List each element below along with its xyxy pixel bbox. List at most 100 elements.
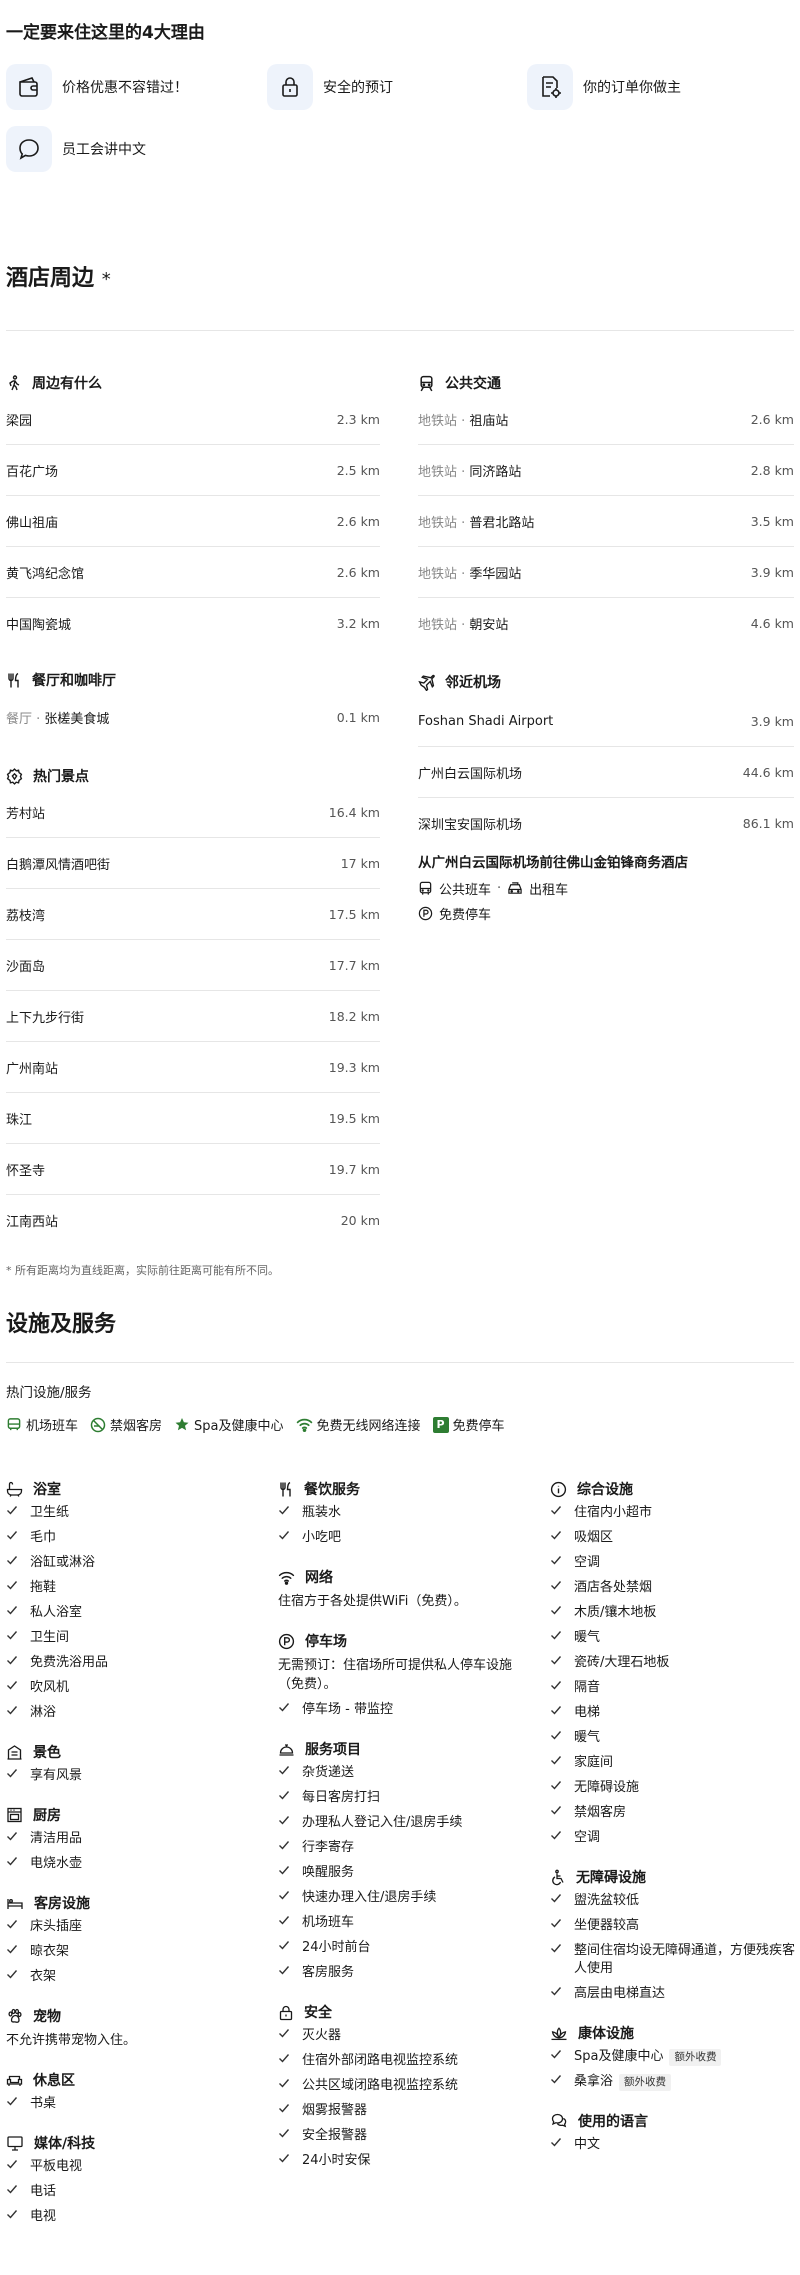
parking-description: 无需预订：住宿场所可提供私人停车设施（免费）。 bbox=[278, 1658, 513, 1692]
transfer-options: 公共班车 · 出租车 bbox=[418, 879, 688, 898]
parking-icon: P bbox=[432, 1416, 449, 1433]
facility-label: 空调 bbox=[574, 1555, 601, 1570]
facilities-column-2: 餐饮服务 瓶装水 小吃吧 网络 住宿方于各处提供WiFi（免费）。 停车场 无需预… bbox=[278, 1477, 528, 2188]
facility-group-safety: 安全 灭火器 住宿外部闭路电视监控系统 公共区域闭路电视监控系统 烟雾报警器 安全报警器… bbox=[278, 2000, 528, 2170]
facility-label: 酒店各处禁烟 bbox=[574, 1580, 653, 1595]
checkmark-icon bbox=[278, 1964, 302, 1982]
place-name: 梁园 bbox=[6, 410, 32, 429]
checkmark-icon bbox=[550, 2048, 574, 2066]
facility-item: 瓶装水 bbox=[278, 1504, 528, 1522]
checkmark-icon bbox=[6, 1529, 30, 1547]
place-label: 同济路站 bbox=[469, 464, 522, 480]
facility-heading: 餐饮服务 bbox=[278, 1477, 528, 1501]
facility-label: 电话 bbox=[30, 2184, 57, 2199]
facility-item: 拖鞋 bbox=[6, 1579, 256, 1597]
plane-icon bbox=[418, 674, 435, 691]
facilities-title: 设施及服务 bbox=[6, 1312, 117, 1337]
facility-heading: 安全 bbox=[278, 2000, 528, 2024]
wallet-icon bbox=[6, 64, 52, 110]
nearby-row: 地铁站 · 同济路站 2.8 km bbox=[418, 445, 794, 496]
facility-label: 书桌 bbox=[30, 2096, 57, 2111]
facility-heading: 客房设施 bbox=[6, 1891, 256, 1915]
facility-label: 坐便器较高 bbox=[574, 1918, 640, 1933]
facility-group-dining: 餐饮服务 瓶装水 小吃吧 bbox=[278, 1477, 528, 1547]
place-label: 荔枝湾 bbox=[6, 908, 46, 924]
checkmark-icon bbox=[6, 2183, 30, 2201]
facility-label: 整间住宿均设无障碍通道，方便残疾客人使用 bbox=[574, 1943, 796, 1976]
facility-label: 卫生纸 bbox=[30, 1505, 70, 1520]
facility-label: 每日客房打扫 bbox=[302, 1790, 381, 1805]
checkmark-icon bbox=[550, 1804, 574, 1822]
checkmark-icon bbox=[278, 2152, 302, 2170]
fork-knife-icon bbox=[8, 672, 19, 687]
place-label: 白鹅潭风情酒吧街 bbox=[6, 857, 111, 873]
facility-item: 酒店各处禁烟 bbox=[550, 1579, 795, 1597]
place-name: 沙面岛 bbox=[6, 956, 45, 975]
facility-item: 卫生间 bbox=[6, 1629, 256, 1647]
facility-heading: 服务项目 bbox=[278, 1737, 528, 1761]
facility-label: 无障碍设施 bbox=[574, 1780, 640, 1795]
facility-label: 空调 bbox=[574, 1830, 601, 1845]
place-name: 怀圣寺 bbox=[6, 1160, 45, 1179]
place-label: 百花广场 bbox=[6, 464, 59, 480]
facility-group-media: 媒体/科技 平板电视 电话 电视 bbox=[6, 2131, 256, 2226]
facility-item: 电梯 bbox=[550, 1704, 795, 1722]
facility-group-internet: 网络 住宿方于各处提供WiFi（免费）。 bbox=[278, 1565, 528, 1611]
shuttle-icon bbox=[7, 1418, 21, 1431]
checkmark-icon bbox=[278, 1914, 302, 1932]
checkmark-icon bbox=[278, 1789, 302, 1807]
facility-item: 吹风机 bbox=[6, 1679, 256, 1697]
facility-item: 机场班车 bbox=[278, 1914, 528, 1932]
distance: 17.5 km bbox=[328, 906, 380, 922]
checkmark-icon bbox=[6, 1679, 30, 1697]
facility-item: 隔音 bbox=[550, 1679, 795, 1697]
nearby-row: 地铁站 · 季华园站 3.9 km bbox=[418, 547, 794, 598]
distance: 4.6 km bbox=[750, 616, 794, 631]
facility-item: 中文 bbox=[550, 2136, 795, 2154]
place-type: 地铁站 · bbox=[418, 515, 470, 531]
facility-item: 杂货递送 bbox=[278, 1764, 528, 1782]
place-label: 张槎美食城 bbox=[44, 712, 110, 727]
facility-label: 住宿外部闭路电视监控系统 bbox=[302, 2053, 459, 2068]
facility-heading: 厨房 bbox=[6, 1803, 256, 1827]
facility-item: 灭火器 bbox=[278, 2027, 528, 2045]
nearby-row: 白鹅潭风情酒吧街 17 km bbox=[6, 838, 380, 889]
facility-item: 每日客房打扫 bbox=[278, 1789, 528, 1807]
checkmark-icon bbox=[278, 2077, 302, 2095]
distance: 3.9 km bbox=[750, 564, 794, 580]
concierge-bell-icon bbox=[279, 1744, 294, 1756]
nearby-row: 黄飞鸿纪念馆 2.6 km bbox=[6, 547, 380, 598]
distance: 2.8 km bbox=[750, 462, 794, 478]
place-name: Foshan Shadi Airport bbox=[418, 714, 553, 729]
checkmark-icon bbox=[278, 1864, 302, 1882]
monitor-icon bbox=[7, 2136, 23, 2151]
building-view-icon bbox=[7, 1745, 22, 1760]
checkmark-icon bbox=[6, 1943, 30, 1961]
place-name: 深圳宝安国际机场 bbox=[418, 814, 522, 833]
facility-item: 公共区域闭路电视监控系统 bbox=[278, 2077, 528, 2095]
wheelchair-icon bbox=[552, 1869, 564, 1885]
distance: 16.4 km bbox=[328, 804, 380, 820]
reason-manage: 你的订单你做主 bbox=[527, 64, 681, 110]
place-name: 地铁站 · 祖庙站 bbox=[418, 410, 508, 429]
checkmark-icon bbox=[278, 1939, 302, 1957]
facility-label: 禁烟客房 bbox=[574, 1805, 627, 1820]
facility-item: Spa及健康中心 额外收费 bbox=[550, 2048, 795, 2066]
facility-label: 晾衣架 bbox=[30, 1944, 70, 1959]
facility-item: 暖气 bbox=[550, 1629, 795, 1647]
facility-item: 空调 bbox=[550, 1829, 795, 1847]
bus-icon bbox=[418, 881, 433, 896]
facility-label: 隔音 bbox=[574, 1680, 601, 1695]
facility-label: 毛巾 bbox=[30, 1530, 57, 1545]
checkmark-icon bbox=[6, 2095, 30, 2113]
distance: 17.7 km bbox=[328, 957, 380, 973]
facility-item: 办理私人登记入住/退房手续 bbox=[278, 1814, 528, 1832]
popular-facilities: 机场班车 禁烟客房 Spa及健康中心 免费无线网络连接 P 免费停车 bbox=[6, 1415, 517, 1434]
place-label: 深圳宝安国际机场 bbox=[418, 818, 523, 833]
reason-label: 员工会讲中文 bbox=[62, 142, 146, 158]
extra-charge-badge: 额外收费 bbox=[669, 2049, 722, 2066]
facility-label: 吹风机 bbox=[30, 1680, 70, 1695]
facility-group-languages: 使用的语言 中文 bbox=[550, 2109, 795, 2154]
place-label: Foshan Shadi Airport bbox=[418, 713, 554, 729]
nearby-row: 佛山祖庙 2.6 km bbox=[6, 496, 380, 547]
